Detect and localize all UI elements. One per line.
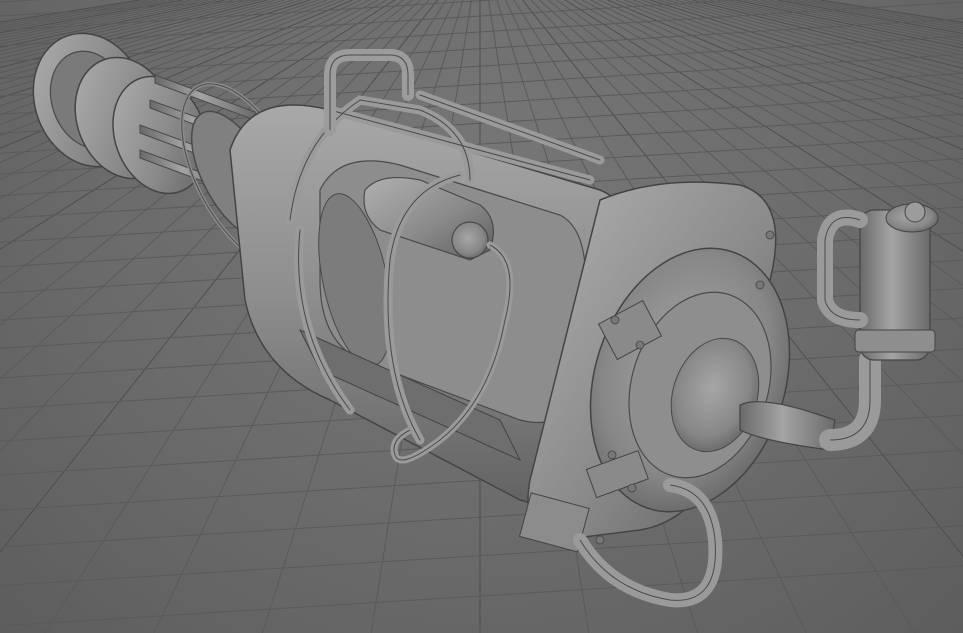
rear-grip-handle[interactable] <box>817 201 939 451</box>
viewport-canvas[interactable] <box>0 0 963 633</box>
minigun-model[interactable] <box>15 17 939 608</box>
3d-viewport[interactable] <box>0 0 963 633</box>
grid-line <box>0 565 963 627</box>
grid-line <box>0 525 963 587</box>
grid-line <box>0 486 963 548</box>
